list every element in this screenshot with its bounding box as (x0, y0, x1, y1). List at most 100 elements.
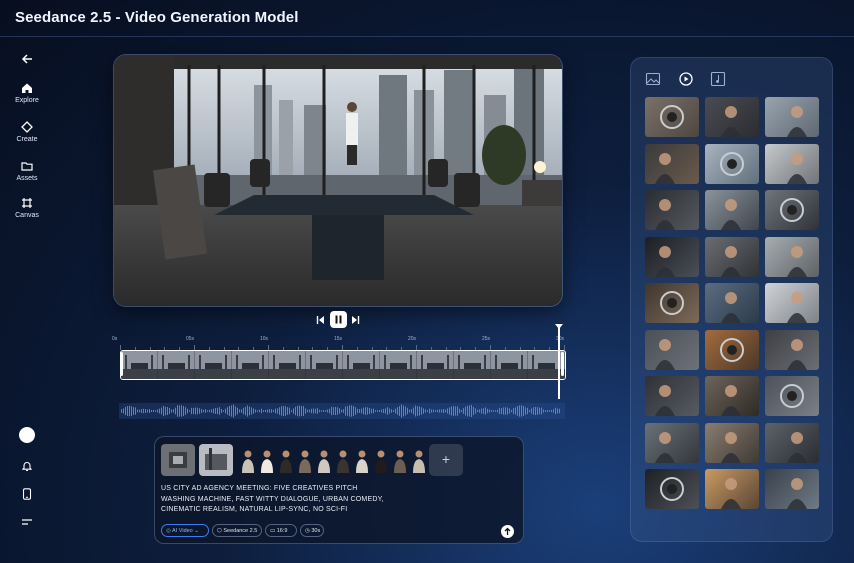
gallery-thumbnail[interactable] (705, 97, 759, 137)
waveform-bar (367, 407, 368, 415)
aspect-ratio-chip[interactable]: ▭ 16:9 (265, 524, 297, 537)
duration-chip[interactable]: ◷ 30s (300, 524, 324, 537)
sidebar-item-label: Assets (16, 175, 38, 182)
gallery-thumbnail[interactable] (765, 329, 819, 370)
waveform-bar (403, 405, 404, 417)
character-reference[interactable] (296, 447, 314, 475)
video-preview[interactable] (114, 55, 562, 306)
gallery-thumbnail[interactable] (765, 469, 819, 509)
playhead[interactable] (558, 327, 560, 399)
gallery-thumbnail[interactable] (765, 236, 819, 277)
gallery-thumbnail[interactable] (645, 143, 699, 184)
gallery-thumbnail[interactable] (645, 376, 699, 416)
waveform-bar (369, 407, 370, 415)
waveform-bar (275, 408, 276, 414)
waveform-bar (155, 410, 156, 412)
waveform-bar (415, 405, 416, 417)
gallery-thumbnail[interactable] (645, 236, 699, 277)
audio-tab-icon[interactable] (710, 71, 726, 87)
top-bar: Seedance 2.5 - Video Generation Model (0, 0, 854, 37)
gallery-thumbnail[interactable] (705, 422, 759, 463)
waveform-bar (451, 406, 452, 416)
back-button[interactable] (0, 53, 54, 68)
gallery-thumbnail[interactable] (765, 422, 819, 463)
timeline-frame (232, 351, 270, 379)
gallery-thumbnail[interactable] (645, 283, 699, 323)
sidebar-item-create[interactable]: Create (0, 121, 54, 143)
reference-image[interactable] (199, 444, 233, 476)
trim-handle-end[interactable] (561, 352, 564, 376)
sidebar-item-assets[interactable]: Assets (0, 160, 54, 182)
character-reference[interactable] (239, 447, 257, 475)
notification-button[interactable] (21, 459, 33, 477)
skip-forward-icon[interactable] (351, 315, 360, 325)
waveform-bar (133, 407, 134, 415)
gallery-thumbnail[interactable] (705, 329, 759, 370)
add-reference-button[interactable]: + (429, 444, 463, 476)
character-reference[interactable] (258, 447, 276, 475)
character-reference[interactable] (315, 447, 333, 475)
profile-avatar[interactable] (19, 427, 35, 443)
waveform-bar (373, 408, 374, 414)
aspect-ratio-label: 16:9 (276, 528, 288, 534)
waveform-bar (423, 408, 424, 414)
skip-back-icon[interactable] (316, 315, 325, 325)
waveform-bar (549, 410, 550, 412)
gallery-thumbnail[interactable] (705, 236, 759, 277)
waveform-bar (231, 405, 232, 417)
audio-waveform[interactable] (119, 403, 565, 419)
gallery-thumbnail[interactable] (765, 376, 819, 416)
gallery-thumbnail[interactable] (645, 190, 699, 230)
gallery-thumbnail[interactable] (705, 469, 759, 509)
character-reference[interactable] (353, 447, 371, 475)
waveform-bar (239, 409, 240, 413)
pause-button[interactable] (330, 311, 347, 328)
character-reference[interactable] (334, 447, 352, 475)
send-button[interactable] (501, 525, 514, 538)
sidebar-item-label: Create (16, 136, 38, 143)
character-reference[interactable] (410, 447, 428, 475)
waveform-bar (345, 406, 346, 416)
image-tab-icon[interactable] (645, 71, 661, 87)
waveform-bar (333, 407, 334, 415)
gallery-thumbnail[interactable] (645, 329, 699, 370)
trim-handle-start[interactable] (120, 352, 123, 376)
waveform-bar (325, 410, 326, 412)
prompt-text[interactable]: US CITY AD AGENCY MEETING: FIVE CREATIVE… (161, 484, 421, 516)
sidebar-item-canvas[interactable]: Canvas (0, 197, 54, 219)
waveform-bar (447, 408, 448, 414)
gallery-thumbnail[interactable] (645, 469, 699, 509)
gallery-thumbnail[interactable] (705, 143, 759, 184)
gallery-thumbnail[interactable] (705, 190, 759, 230)
gallery-thumbnail[interactable] (765, 283, 819, 323)
waveform-bar (299, 405, 300, 417)
prompt-line: US CITY AD AGENCY MEETING: FIVE CREATIVE… (161, 485, 358, 492)
tick-label: 15s (334, 336, 343, 342)
waveform-bar (557, 408, 558, 414)
sidebar-item-explore[interactable]: Explore (0, 82, 54, 104)
gallery-thumbnail[interactable] (705, 376, 759, 416)
character-reference[interactable] (277, 447, 295, 475)
waveform-bar (263, 410, 264, 412)
waveform-bar (481, 408, 482, 414)
menu-button[interactable] (21, 514, 33, 532)
model-chip[interactable]: ⬡ Seedance 2.5 (212, 524, 262, 537)
character-reference[interactable] (372, 447, 390, 475)
waveform-bar (195, 407, 196, 415)
waveform-bar (349, 405, 350, 417)
gallery-thumbnail[interactable] (765, 143, 819, 184)
waveform-bar (553, 409, 554, 413)
device-button[interactable] (22, 487, 32, 505)
gallery-thumbnail[interactable] (645, 422, 699, 463)
gallery-thumbnail[interactable] (765, 190, 819, 230)
reference-image[interactable] (161, 444, 195, 476)
gallery-thumbnail[interactable] (645, 97, 699, 137)
waveform-bar (501, 408, 502, 414)
waveform-bar (381, 409, 382, 413)
mode-dropdown[interactable]: ◎ AI Video ⌄ (161, 524, 209, 537)
character-reference[interactable] (391, 447, 409, 475)
timeline-strip[interactable] (120, 350, 566, 380)
gallery-thumbnail[interactable] (765, 97, 819, 137)
video-tab-icon[interactable] (678, 71, 694, 87)
gallery-thumbnail[interactable] (705, 283, 759, 323)
